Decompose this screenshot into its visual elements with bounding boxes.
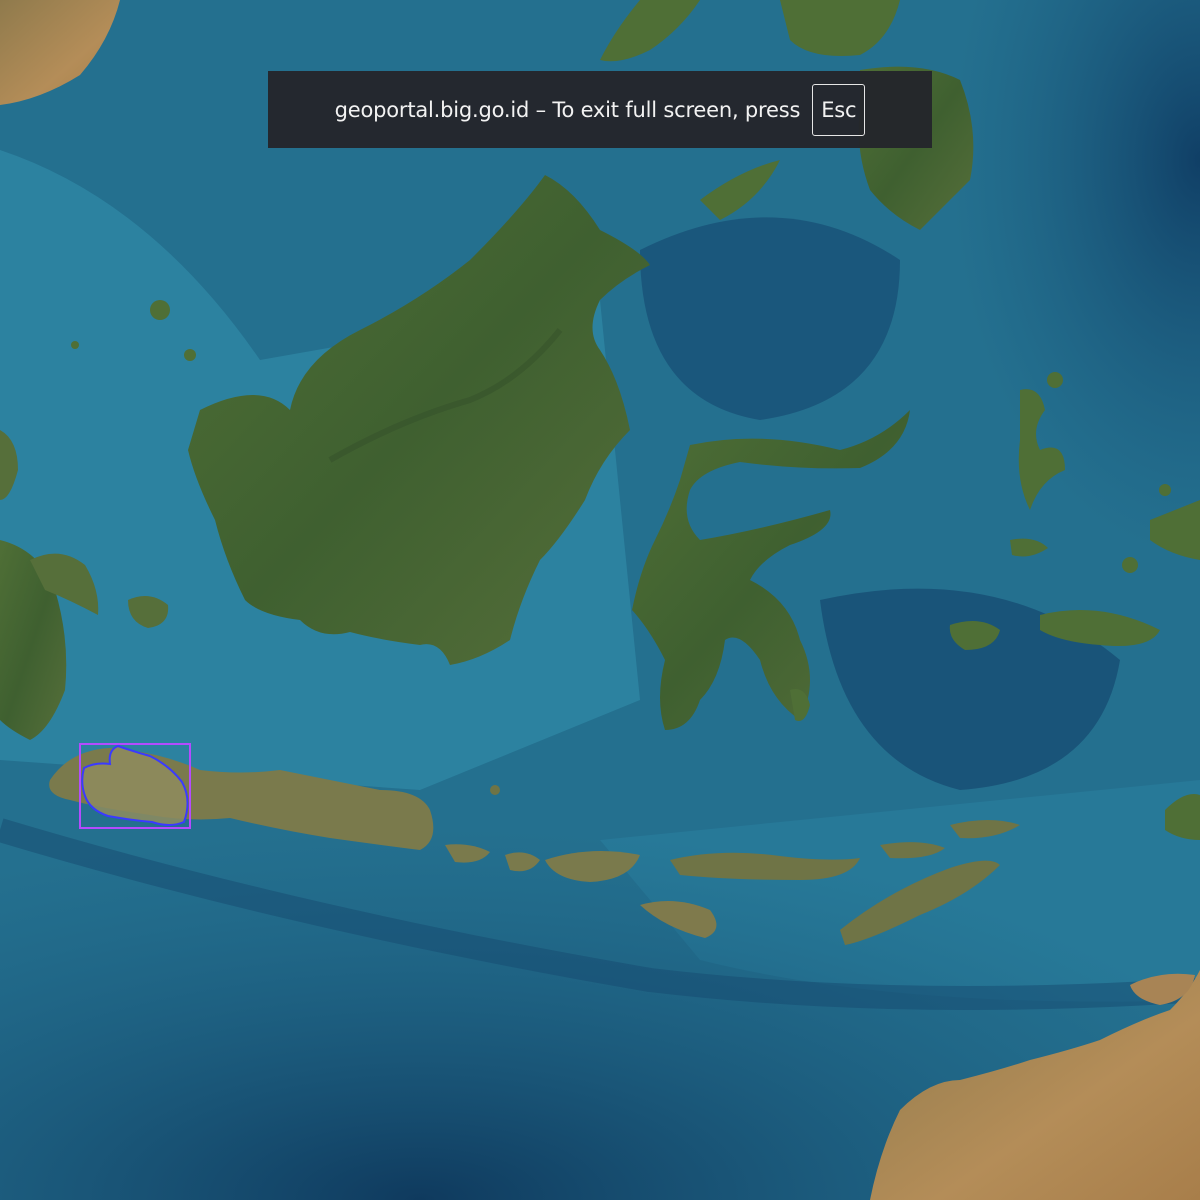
fullscreen-exit-notice: geoportal.big.go.id – To exit full scree… (268, 71, 932, 148)
island-natuna (184, 349, 196, 361)
fullscreen-notice-message: geoportal.big.go.id – To exit full scree… (334, 97, 801, 122)
island-small-1 (71, 341, 79, 349)
island-small-4 (1122, 557, 1138, 573)
island-small-2 (490, 785, 500, 795)
island-small-3 (1047, 372, 1063, 388)
satellite-map[interactable] (0, 0, 1200, 1200)
esc-key-hint: Esc (812, 83, 866, 136)
island-small-5 (1159, 484, 1171, 496)
island-anambas (150, 300, 170, 320)
map-viewport[interactable] (0, 0, 1200, 1200)
